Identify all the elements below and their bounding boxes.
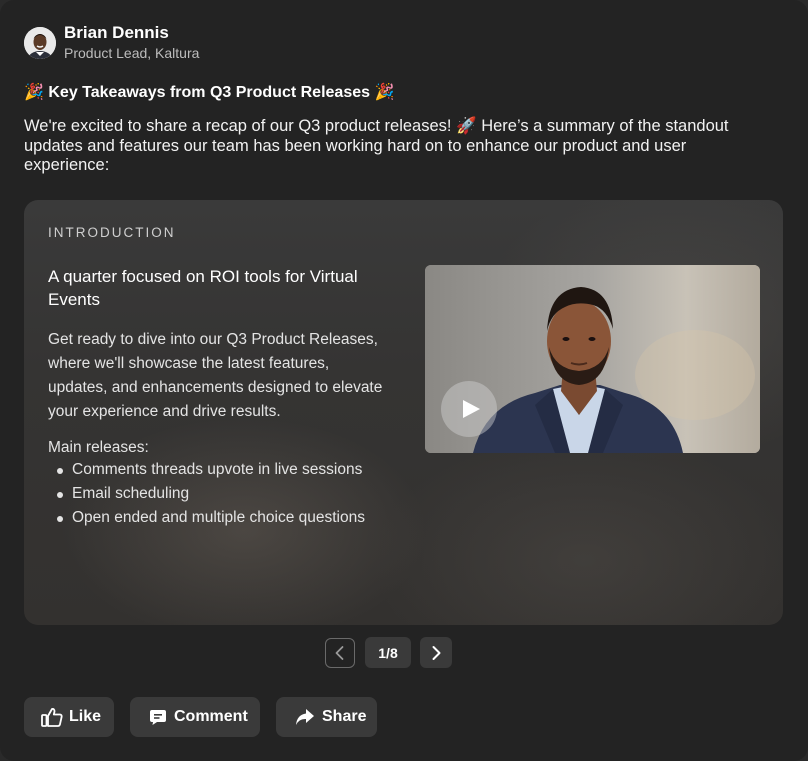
comment-button[interactable]: Comment	[130, 697, 260, 737]
list-item: Comments threads upvote in live sessions	[48, 458, 365, 482]
like-button[interactable]: Like	[24, 697, 114, 737]
bullet-icon	[57, 516, 63, 522]
post-card: Brian Dennis Product Lead, Kaltura 🎉 Key…	[0, 0, 808, 761]
list-item: Email scheduling	[48, 482, 365, 506]
previous-slide-button[interactable]	[325, 637, 355, 668]
post-headline: 🎉 Key Takeaways from Q3 Product Releases…	[24, 82, 394, 104]
carousel-pagination: 1/8	[325, 637, 452, 668]
list-item: Open ended and multiple choice questions	[48, 506, 365, 530]
video-player[interactable]	[425, 265, 760, 453]
share-arrow-icon	[295, 708, 315, 726]
slide-title: A quarter focused on ROI tools for Virtu…	[48, 267, 358, 309]
party-popper-icon: 🎉	[374, 84, 395, 101]
chevron-left-icon	[335, 645, 344, 660]
post-actions: Like Comment Share	[24, 697, 393, 737]
slide-description: Get ready to dive into our Q3 Product Re…	[48, 331, 383, 420]
play-icon	[463, 400, 480, 418]
releases-list: Comments threads upvote in live sessions…	[48, 458, 365, 530]
like-label: Like	[69, 708, 102, 725]
chevron-right-icon	[432, 645, 441, 660]
carousel-slide: INTRODUCTION A quarter focused on ROI to…	[24, 200, 783, 625]
next-slide-button[interactable]	[420, 637, 452, 668]
thumbs-up-icon	[41, 707, 63, 727]
headline-text: Key Takeaways from Q3 Product Releases	[48, 84, 371, 101]
party-popper-icon: 🎉	[24, 84, 44, 101]
slide-section-label: INTRODUCTION	[48, 225, 176, 240]
play-button[interactable]	[441, 381, 497, 437]
author-role: Product Lead, Kaltura	[64, 45, 200, 61]
releases-list-label: Main releases:	[48, 439, 149, 456]
share-button[interactable]: Share	[276, 697, 377, 737]
bullet-icon	[57, 468, 63, 474]
bullet-icon	[57, 492, 63, 498]
comment-label: Comment	[174, 708, 248, 725]
author-header: Brian Dennis Product Lead, Kaltura	[24, 24, 199, 62]
author-name[interactable]: Brian Dennis	[64, 24, 199, 42]
comment-icon	[149, 709, 167, 726]
slide-counter: 1/8	[365, 637, 411, 668]
avatar[interactable]	[24, 27, 56, 59]
post-body-text: We're excited to share a recap of our Q3…	[24, 117, 729, 174]
share-label: Share	[322, 708, 367, 725]
